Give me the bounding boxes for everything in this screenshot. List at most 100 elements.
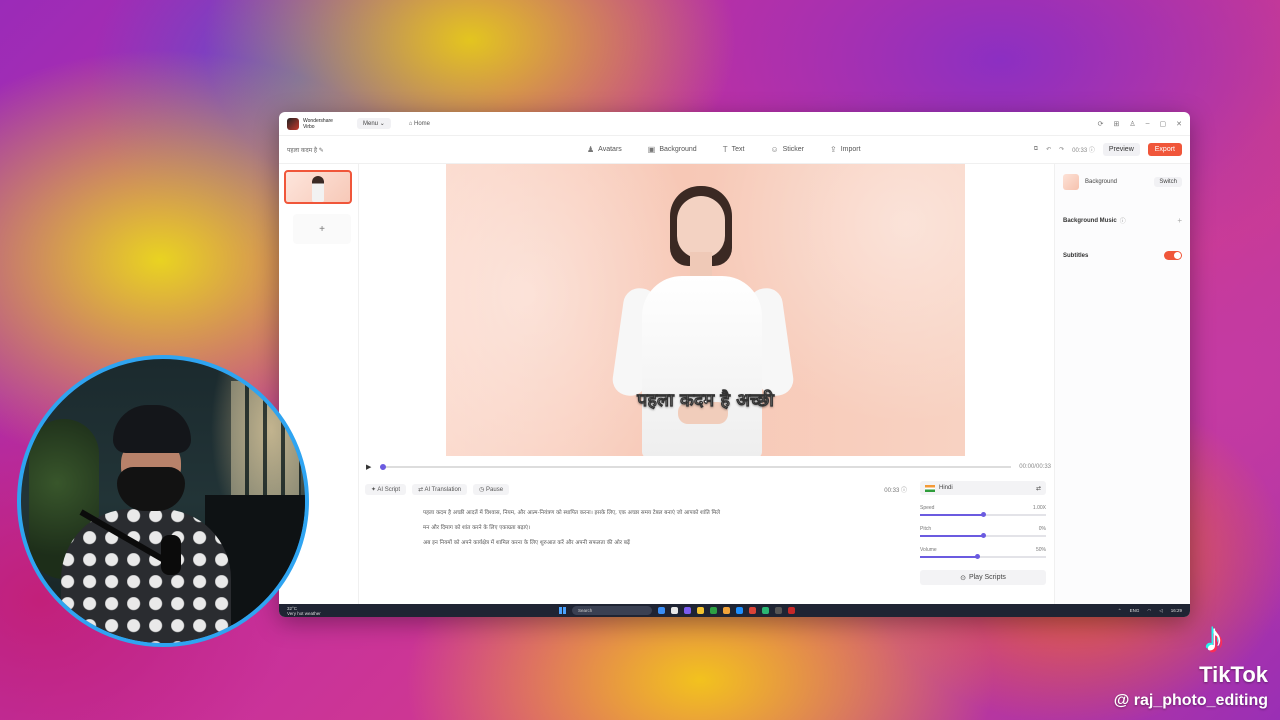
file-explorer-icon[interactable] bbox=[697, 607, 704, 614]
scene-thumbnail[interactable] bbox=[284, 170, 352, 204]
tiktok-watermark: ♪ ♪ ♪ TikTok @ raj_photo_editing bbox=[1113, 614, 1268, 710]
tool-sticker[interactable]: ☺ Sticker bbox=[770, 145, 804, 154]
app-icon[interactable] bbox=[723, 607, 730, 614]
script-editor[interactable]: पहला कदम है अच्छी आदतें में विश्वास, निय… bbox=[423, 506, 863, 551]
presenter-shirt bbox=[61, 509, 231, 643]
app-icon[interactable] bbox=[775, 607, 782, 614]
export-button[interactable]: Export bbox=[1147, 143, 1182, 156]
windows-taskbar: 32°C Very hot weather Search ⌃ ENG ◠ ◁ 1… bbox=[279, 604, 1190, 617]
home-tab[interactable]: ⌂ Home bbox=[409, 121, 430, 127]
widgets-icon[interactable] bbox=[671, 607, 678, 614]
background-music-setting: Background Music ⓘ + bbox=[1063, 216, 1182, 225]
volume-slider[interactable]: Volume 50% bbox=[920, 547, 1046, 559]
chevron-up-icon[interactable]: ⌃ bbox=[1118, 608, 1122, 614]
preview-canvas[interactable]: पहला कदम है अच्छी bbox=[446, 164, 965, 456]
maximize-icon[interactable]: ▢ bbox=[1160, 120, 1167, 128]
speed-slider[interactable]: Speed 1.00X bbox=[920, 505, 1046, 517]
tool-import[interactable]: ⇪ Import bbox=[830, 145, 861, 154]
add-scene-button[interactable]: + bbox=[293, 214, 351, 244]
switch-background-button[interactable]: Switch bbox=[1154, 177, 1182, 187]
grid-icon[interactable]: ⊞ bbox=[1113, 120, 1119, 128]
india-flag-icon bbox=[925, 484, 935, 492]
chevron-down-icon: ⌄ bbox=[379, 121, 385, 127]
close-icon[interactable]: ✕ bbox=[1176, 120, 1182, 128]
script-duration: 00:33 ⓘ bbox=[884, 487, 907, 494]
refresh-icon[interactable]: ⟳ bbox=[1098, 120, 1104, 128]
canvas-subtitle[interactable]: पहला कदम है अच्छी bbox=[446, 388, 965, 412]
pitch-slider[interactable]: Pitch 0% bbox=[920, 526, 1046, 538]
sticker-icon: ☺ bbox=[770, 145, 779, 154]
user-icon[interactable]: ♙ bbox=[1129, 120, 1135, 128]
minimize-icon[interactable]: – bbox=[1146, 120, 1150, 128]
playhead-handle[interactable] bbox=[380, 464, 386, 470]
avatar-dress bbox=[642, 276, 762, 456]
help-icon: ⓘ bbox=[1088, 148, 1095, 154]
language-select[interactable]: Hindi ⇄ bbox=[920, 481, 1046, 495]
taskbar-search[interactable]: Search bbox=[572, 606, 652, 615]
tiktok-username: @ raj_photo_editing bbox=[1113, 692, 1268, 709]
speed-fill bbox=[920, 514, 983, 516]
play-icon[interactable]: ▶ bbox=[366, 463, 380, 471]
script-toolbar: ✦ AI Script ⇄ AI Translation ◷ Pause 00:… bbox=[365, 482, 907, 496]
wifi-icon[interactable]: ◠ bbox=[1147, 608, 1151, 614]
play-scripts-button[interactable]: ⊙ Play Scripts bbox=[920, 570, 1046, 585]
app-icon[interactable] bbox=[762, 607, 769, 614]
timeline-track[interactable] bbox=[380, 464, 1012, 470]
play-circle-icon: ⊙ bbox=[960, 574, 966, 582]
webcam-overlay bbox=[17, 355, 309, 647]
duration-readout: 00:33 ⓘ bbox=[1072, 148, 1095, 154]
microphone bbox=[161, 535, 181, 575]
windows-start-icon[interactable] bbox=[559, 607, 566, 614]
pitch-handle[interactable] bbox=[981, 533, 986, 538]
ai-script-button[interactable]: ✦ AI Script bbox=[365, 483, 407, 495]
home-icon: ⌂ bbox=[408, 120, 413, 127]
edit-icon[interactable]: ✎ bbox=[319, 148, 324, 154]
layers-icon[interactable]: ⧉ bbox=[1034, 146, 1038, 153]
add-music-icon[interactable]: + bbox=[1177, 216, 1182, 225]
volume-handle[interactable] bbox=[974, 554, 980, 559]
project-name[interactable]: पहला कदम है ✎ bbox=[287, 146, 587, 154]
toolbar-right: ⧉ ↶ ↷ 00:33 ⓘ Preview Export bbox=[1034, 143, 1182, 156]
speaker-icon[interactable]: ◁ bbox=[1159, 608, 1162, 614]
speed-handle[interactable] bbox=[981, 512, 986, 517]
ai-translation-button[interactable]: ⇄ AI Translation bbox=[412, 483, 468, 495]
app-window: Wondershare Virbo Menu ⌄ ⌂ Home ⟳ ⊞ ♙ – … bbox=[279, 112, 1190, 617]
app-icon[interactable] bbox=[710, 607, 717, 614]
clock-icon: ◷ bbox=[479, 486, 485, 493]
chrome-icon[interactable] bbox=[749, 607, 756, 614]
weather-widget[interactable]: 32°C Very hot weather bbox=[287, 606, 407, 616]
edge-icon[interactable] bbox=[736, 607, 743, 614]
voice-settings: Hindi ⇄ Speed 1.00X Pitch 0% Volume 50% ⊙ Pl… bbox=[920, 481, 1046, 605]
image-icon: ▣ bbox=[647, 145, 656, 154]
script-line: पहला कदम है अच्छी आदतें में विश्वास, निय… bbox=[423, 510, 720, 516]
system-tray: ⌃ ENG ◠ ◁ 16:29 bbox=[1117, 607, 1182, 614]
background-window bbox=[231, 381, 301, 501]
preview-button[interactable]: Preview bbox=[1102, 143, 1140, 156]
editor-toolbar: पहला कदम है ✎ ♟ Avatars ▣ Background T Text… bbox=[279, 136, 1190, 164]
time-readout: 00:00/00:33 bbox=[1019, 464, 1051, 470]
tool-background[interactable]: ▣ Background bbox=[648, 145, 697, 154]
translate-icon: ⇄ bbox=[418, 486, 424, 493]
window-controls: ⟳ ⊞ ♙ – ▢ ✕ bbox=[1098, 120, 1182, 128]
pitch-fill bbox=[920, 535, 983, 537]
menu-button[interactable]: Menu ⌄ bbox=[357, 118, 391, 129]
swap-icon[interactable]: ⇄ bbox=[1036, 485, 1041, 492]
undo-icon[interactable]: ↶ bbox=[1046, 146, 1051, 153]
avatar-figure[interactable] bbox=[610, 184, 796, 456]
playback-timeline: ▶ 00:00/00:33 bbox=[366, 462, 1051, 472]
help-icon: ⓘ bbox=[900, 487, 907, 494]
teams-icon[interactable] bbox=[684, 607, 691, 614]
virbo-taskbar-icon[interactable] bbox=[788, 607, 795, 614]
background-setting: Background Switch bbox=[1063, 174, 1182, 190]
subtitles-toggle[interactable] bbox=[1164, 251, 1182, 260]
tiktok-logo-icon: ♪ ♪ ♪ bbox=[1202, 614, 1226, 662]
subtitles-setting: Subtitles bbox=[1063, 251, 1182, 260]
script-line: अब इन नियमों को अपने कार्यक्षेत्र में शा… bbox=[423, 540, 631, 546]
tool-avatars[interactable]: ♟ Avatars bbox=[587, 145, 622, 154]
task-view-icon[interactable] bbox=[658, 607, 665, 614]
redo-icon[interactable]: ↷ bbox=[1059, 146, 1064, 153]
script-line: मन और दिमाग को शांत करने के लिए एकाग्रता… bbox=[423, 525, 531, 531]
background-swatch[interactable] bbox=[1063, 174, 1079, 190]
tool-text[interactable]: T Text bbox=[723, 145, 745, 154]
pause-button[interactable]: ◷ Pause bbox=[473, 483, 510, 495]
